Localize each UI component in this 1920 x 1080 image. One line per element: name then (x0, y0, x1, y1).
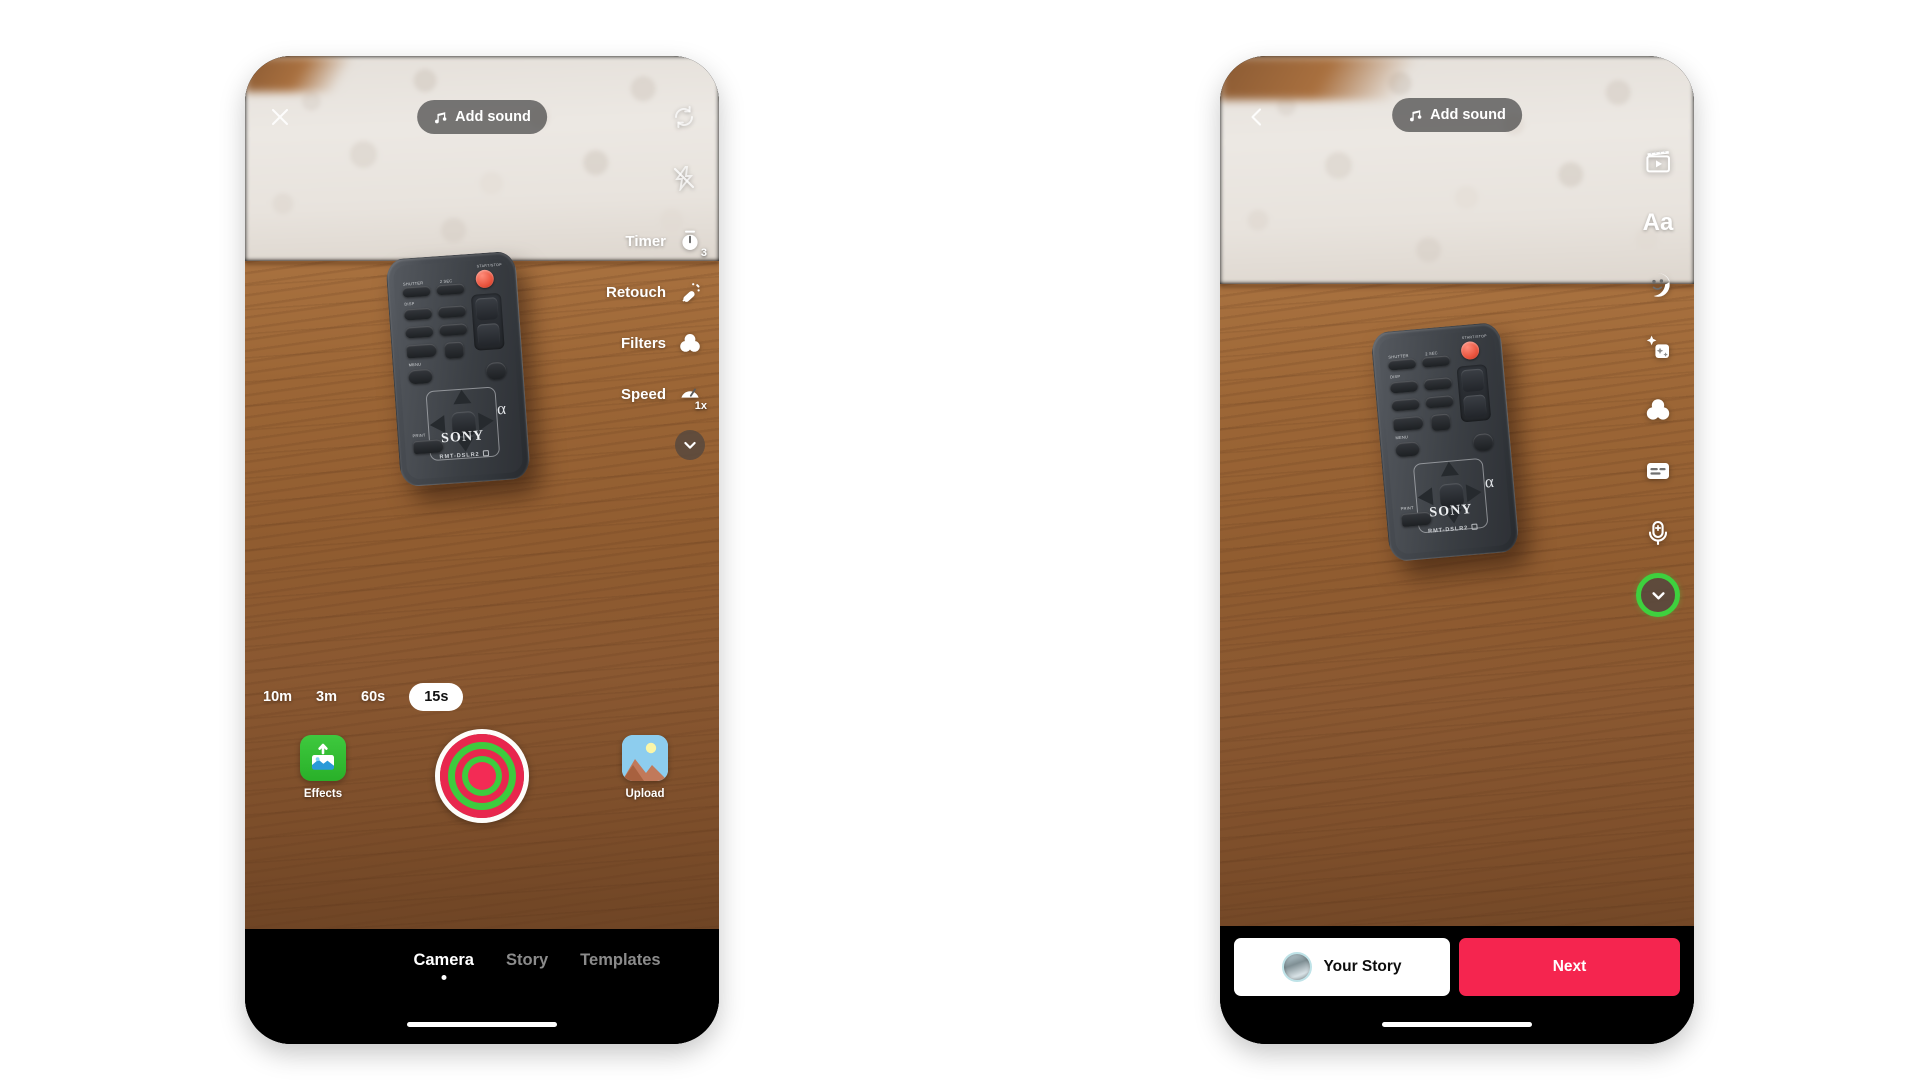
filters-icon (675, 328, 705, 358)
tab-templates[interactable]: Templates (578, 951, 662, 970)
text-aa-icon: Aa (1642, 209, 1674, 236)
flip-camera-icon[interactable] (667, 100, 701, 134)
remote-top-label: START/STOP (476, 262, 502, 269)
remote-btn-disp: DISP (1389, 373, 1401, 380)
remote-alpha-mark: α (496, 398, 507, 419)
home-indicator (1382, 1022, 1532, 1027)
next-label: Next (1552, 958, 1587, 975)
remote-zoom-pane (1456, 364, 1492, 423)
duration-option-60s[interactable]: 60s (361, 689, 385, 705)
avatar (1282, 952, 1313, 982)
add-sound-button-left[interactable]: Add sound (417, 100, 547, 134)
clapperboard-icon (1644, 147, 1672, 175)
remote-zoom-pane (470, 292, 505, 351)
record-button[interactable] (435, 729, 529, 823)
your-story-label: Your Story (1323, 958, 1402, 975)
duration-option-3m[interactable]: 3m (316, 689, 337, 705)
tool-retouch[interactable]: Retouch (555, 275, 705, 309)
add-sound-label: Add sound (455, 109, 531, 125)
wand-icon (675, 277, 705, 307)
phone-left-camera-screen: START/STOP SHUTTER 2 SEC DISP MENU PRINT… (245, 56, 719, 1044)
voice-effects-button[interactable] (1632, 502, 1684, 564)
left-screen: START/STOP SHUTTER 2 SEC DISP MENU PRINT… (245, 56, 719, 1044)
upload-button[interactable]: Upload (605, 735, 685, 800)
remote-btn-menu: MENU (1395, 434, 1409, 441)
tab-templates-label: Templates (580, 951, 661, 969)
tab-story[interactable]: Story (504, 951, 550, 970)
sony-remote-subject: START/STOP SHUTTER 2 SEC DISP MENU PRINT… (385, 250, 531, 488)
voice-effects-icon (1644, 519, 1672, 547)
home-indicator (407, 1022, 557, 1027)
right-screen: START/STOP SHUTTER 2 SEC DISP MENU PRINT… (1220, 56, 1694, 1044)
post-action-bar: Your Story Next (1220, 926, 1694, 1044)
carpet-background (1220, 56, 1694, 284)
music-note-icon (433, 110, 448, 125)
wood-corner-blur (245, 56, 365, 92)
filters-icon (1644, 395, 1672, 423)
sony-remote-subject: START/STOP SHUTTER 2 SEC DISP MENU PRINT… (1370, 321, 1520, 563)
music-note-icon (1408, 108, 1423, 123)
active-tab-dot (441, 975, 447, 980)
duration-option-10m[interactable]: 10m (263, 689, 292, 705)
collapse-tools-button[interactable] (1632, 564, 1684, 626)
tool-filters[interactable]: Filters (555, 326, 705, 360)
collapse-tools-button[interactable] (555, 428, 705, 462)
tool-retouch-label: Retouch (606, 283, 666, 301)
tab-camera[interactable]: Camera (411, 951, 476, 980)
wood-corner-blur (1220, 56, 1450, 100)
next-button[interactable]: Next (1459, 938, 1680, 996)
camera-tool-rail: Timer 3 Retouch Filters Speed 1x (555, 224, 707, 462)
clips-button[interactable] (1632, 130, 1684, 192)
captions-button[interactable] (1632, 440, 1684, 502)
chevron-down-icon (1636, 573, 1680, 617)
remote-record-button (475, 269, 495, 289)
remote-btn-disp: DISP (404, 300, 415, 307)
back-chevron-icon[interactable] (1240, 100, 1274, 134)
remote-btn-menu: MENU (408, 361, 422, 368)
duration-selector: 10m 3m 60s 15s (263, 683, 464, 711)
your-story-button[interactable]: Your Story (1234, 938, 1450, 996)
filters-button[interactable] (1632, 378, 1684, 440)
tool-filters-label: Filters (620, 334, 666, 352)
flash-off-icon[interactable] (667, 161, 701, 195)
effects-sparkle-icon (1644, 333, 1672, 361)
add-sound-button-right[interactable]: Add sound (1392, 98, 1522, 132)
stickers-button[interactable] (1632, 254, 1684, 316)
phone-right-edit-screen: START/STOP SHUTTER 2 SEC DISP MENU PRINT… (1220, 56, 1694, 1044)
camera-viewport-left[interactable]: START/STOP SHUTTER 2 SEC DISP MENU PRINT… (245, 56, 719, 929)
tool-speed-label: Speed (620, 385, 666, 403)
sticker-icon (1644, 271, 1672, 299)
camera-mode-tabbar: Camera Story Templates (245, 929, 719, 1044)
remote-btn-2sec: 2 SEC (439, 278, 453, 285)
speed-icon: 1x (675, 379, 707, 412)
effects-label: Effects (303, 788, 343, 800)
effects-button[interactable]: Effects (283, 735, 363, 800)
photo-thumbnail-icon (622, 735, 668, 781)
tool-timer-label: Timer (625, 232, 666, 250)
remote-top-label: START/STOP (1461, 333, 1488, 341)
captions-icon (1644, 457, 1672, 485)
tool-speed[interactable]: Speed 1x (555, 377, 707, 413)
preview-viewport-right[interactable]: START/STOP SHUTTER 2 SEC DISP MENU PRINT… (1220, 56, 1694, 966)
remote-record-button (1460, 340, 1480, 361)
duration-option-15s-selected[interactable]: 15s (409, 683, 464, 711)
chevron-down-icon (675, 430, 705, 460)
edit-tool-rail: Aa (1632, 130, 1684, 626)
remote-alpha-mark: α (1483, 471, 1495, 492)
close-icon[interactable] (263, 100, 297, 134)
timer-icon: 3 (675, 226, 707, 259)
effects-image-icon (300, 735, 346, 781)
tool-timer[interactable]: Timer 3 (555, 224, 707, 259)
upload-label: Upload (625, 788, 665, 800)
tab-camera-label: Camera (413, 951, 474, 969)
speed-badge: 1x (694, 400, 707, 412)
text-button[interactable]: Aa (1632, 192, 1684, 254)
effects-button[interactable] (1632, 316, 1684, 378)
table-edge-shadow (1220, 284, 1694, 290)
tab-story-label: Story (505, 951, 549, 969)
add-sound-label: Add sound (1430, 107, 1506, 123)
timer-badge: 3 (700, 247, 707, 259)
capture-controls-row: Effects Upload (245, 729, 719, 839)
